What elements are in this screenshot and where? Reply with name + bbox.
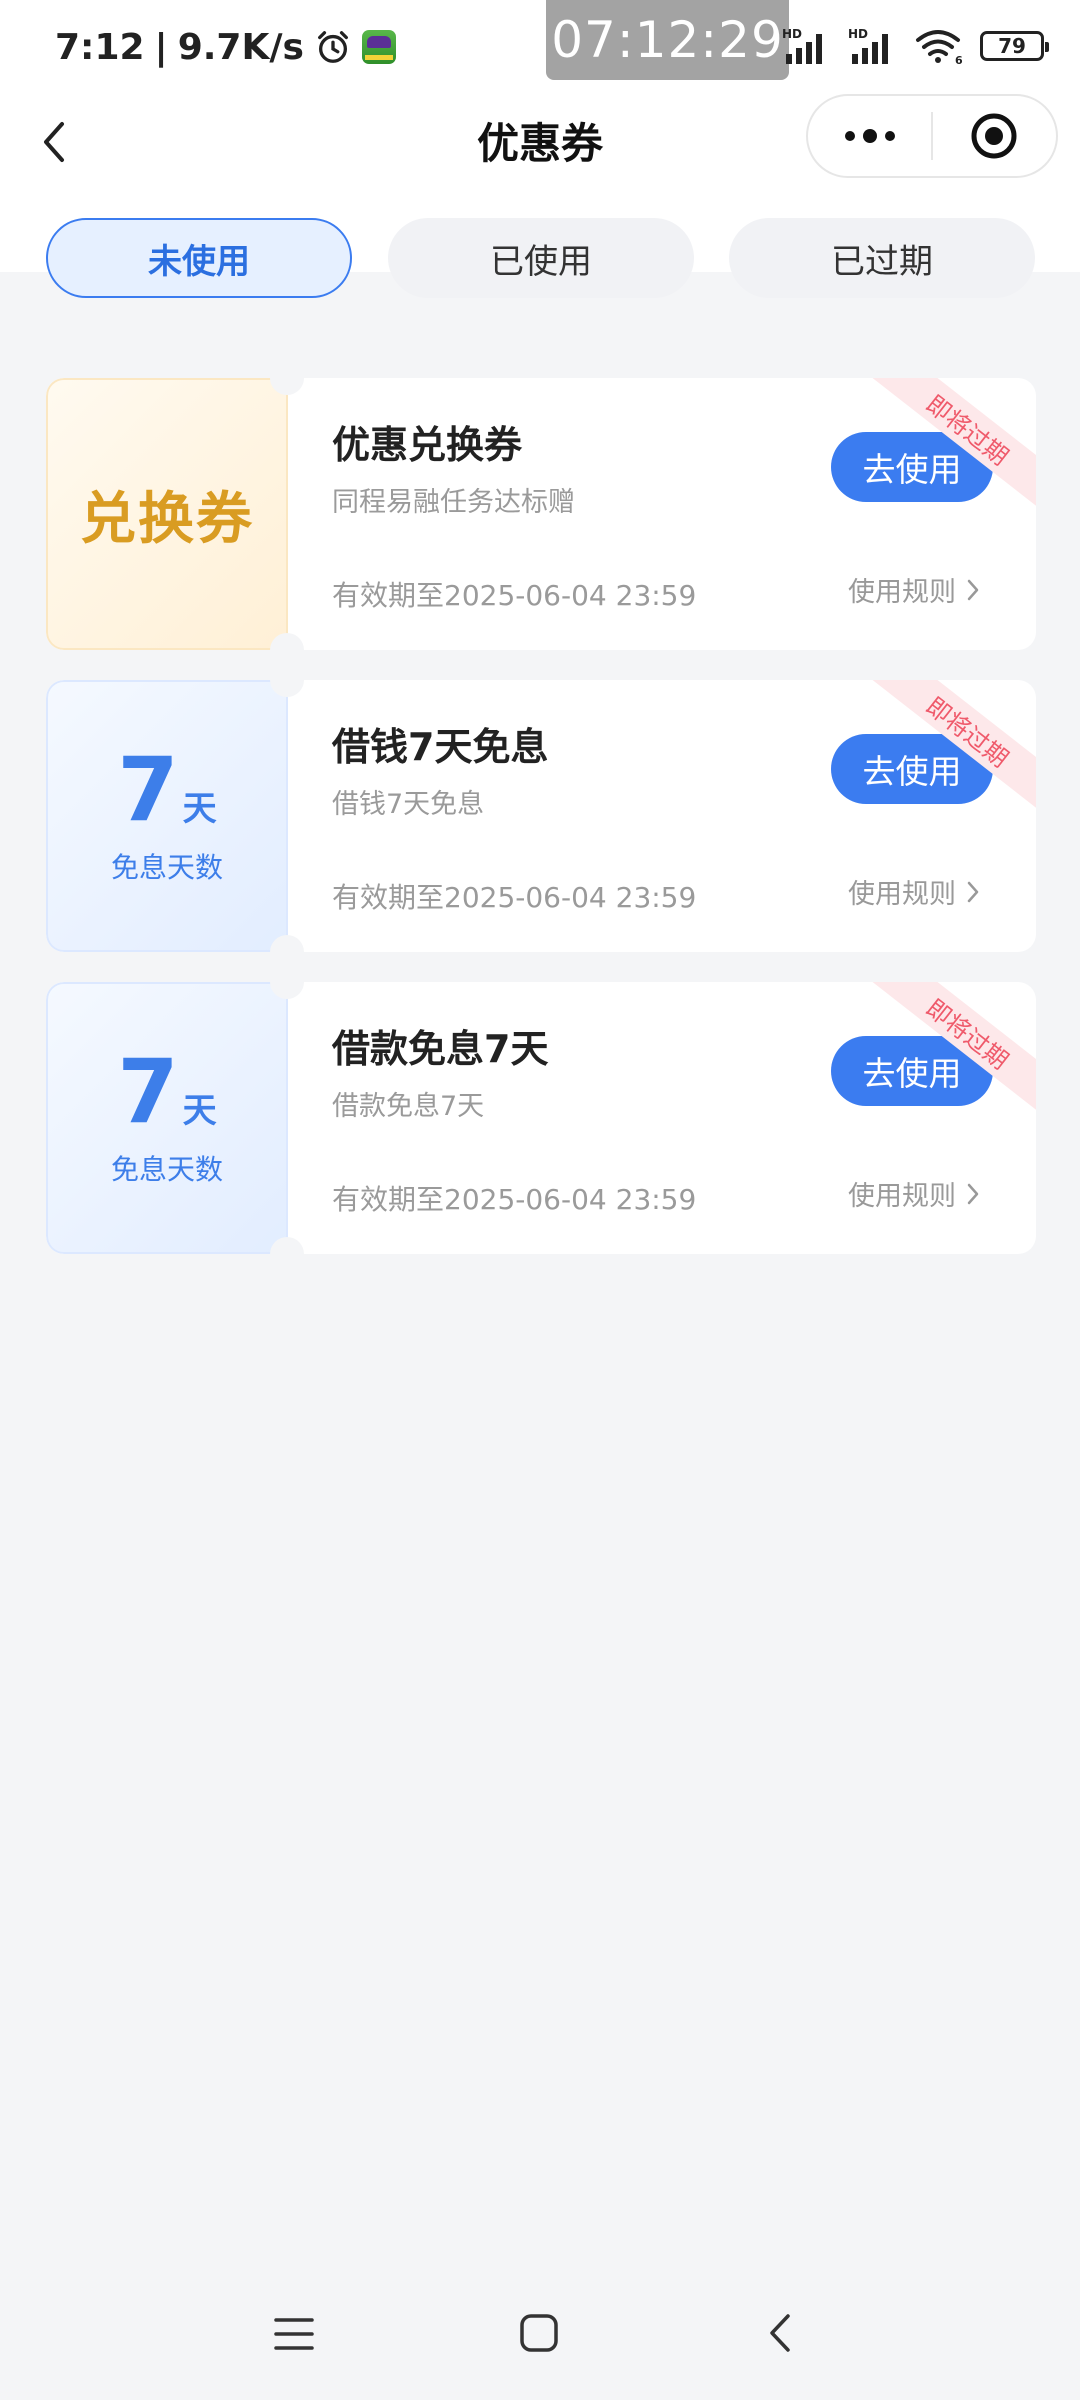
coupon-subtitle: 借钱7天免息 [332, 789, 485, 820]
signal-icon: HD [782, 27, 822, 64]
usage-rules-label: 使用规则 [848, 577, 956, 608]
usage-rules-link[interactable]: 使用规则 [848, 570, 980, 609]
coupon-subtitle: 同程易融任务达标赠 [332, 487, 575, 518]
coupon-title: 借款免息7天 [332, 1027, 549, 1071]
days-number: 7 [117, 738, 179, 841]
coupon-card: 7 天 免息天数 借款免息7天 借款免息7天 有效期至2025-06-04 23… [46, 982, 1036, 1254]
menu-icon[interactable] [274, 2314, 314, 2354]
nav-bar: 优惠券 未使用 已使用 已过期 [0, 92, 1080, 298]
back-nav-icon[interactable] [766, 2312, 796, 2354]
usage-rules-link[interactable]: 使用规则 [848, 872, 980, 911]
status-bar: 7:12 | 9.7K/s 07:12:29 HD HD 6 79 [0, 0, 1080, 92]
signal-hd-label-2: HD [848, 27, 868, 41]
wifi-icon: 6 [916, 30, 963, 66]
coupon-list: 兑换券 优惠兑换券 同程易融任务达标赠 有效期至2025-06-04 23:59… [46, 378, 1036, 1284]
usage-rules-link[interactable]: 使用规则 [848, 1174, 980, 1213]
alarm-icon [317, 31, 348, 63]
days-number: 7 [117, 1040, 179, 1143]
coupon-validity: 有效期至2025-06-04 23:59 [332, 579, 697, 612]
coupon-validity: 有效期至2025-06-04 23:59 [332, 1183, 697, 1216]
tab-used[interactable]: 已使用 [388, 218, 694, 298]
coupon-card: 兑换券 优惠兑换券 同程易融任务达标赠 有效期至2025-06-04 23:59… [46, 378, 1036, 650]
coupon-left-panel: 7 天 免息天数 [46, 982, 288, 1254]
usage-rules-label: 使用规则 [848, 1181, 956, 1212]
battery-indicator: 79 [980, 31, 1049, 61]
chevron-right-icon [967, 1183, 979, 1204]
system-nav-bar [0, 2300, 1080, 2400]
coupon-type-label: 兑换券 [80, 486, 254, 552]
more-dots-icon [844, 129, 895, 143]
chevron-right-icon [967, 579, 979, 600]
network-speed: 9.7K/s [177, 26, 304, 68]
coupon-subtitle: 借款免息7天 [332, 1091, 485, 1122]
interest-free-days: 7 天 [117, 746, 216, 834]
signal-hd-label: HD [782, 27, 802, 41]
days-caption: 免息天数 [110, 1153, 223, 1186]
usage-rules-label: 使用规则 [848, 879, 956, 910]
coupon-left-panel: 兑换券 [46, 378, 288, 650]
signal-icon-2: HD [848, 27, 888, 64]
coupon-title: 优惠兑换券 [332, 423, 523, 467]
tab-unused[interactable]: 未使用 [46, 218, 352, 298]
status-time: 7:12 [55, 26, 145, 68]
days-caption: 免息天数 [110, 851, 223, 884]
tab-expired[interactable]: 已过期 [729, 218, 1035, 298]
close-button[interactable] [933, 96, 1056, 176]
coupon-validity: 有效期至2025-06-04 23:59 [332, 881, 697, 914]
mini-program-capsule [806, 94, 1058, 178]
more-button[interactable] [808, 96, 931, 176]
wifi-label: 6 [955, 54, 963, 66]
status-separator: | [154, 26, 168, 68]
app-notification-icon [361, 30, 396, 64]
target-icon [971, 113, 1017, 159]
days-unit: 天 [182, 1091, 217, 1131]
status-right: HD HD 6 79 [782, 24, 1049, 68]
interest-free-days: 7 天 [117, 1048, 216, 1136]
home-icon[interactable] [518, 2312, 560, 2354]
status-left: 7:12 | 9.7K/s [55, 22, 396, 72]
clock-overlay: 07:12:29 [546, 0, 789, 80]
coupon-left-panel: 7 天 免息天数 [46, 680, 288, 952]
coupon-card: 7 天 免息天数 借钱7天免息 借钱7天免息 有效期至2025-06-04 23… [46, 680, 1036, 952]
chevron-right-icon [967, 881, 979, 902]
days-unit: 天 [182, 789, 217, 829]
coupon-tabs: 未使用 已使用 已过期 [0, 218, 1080, 298]
coupon-title: 借钱7天免息 [332, 725, 549, 769]
